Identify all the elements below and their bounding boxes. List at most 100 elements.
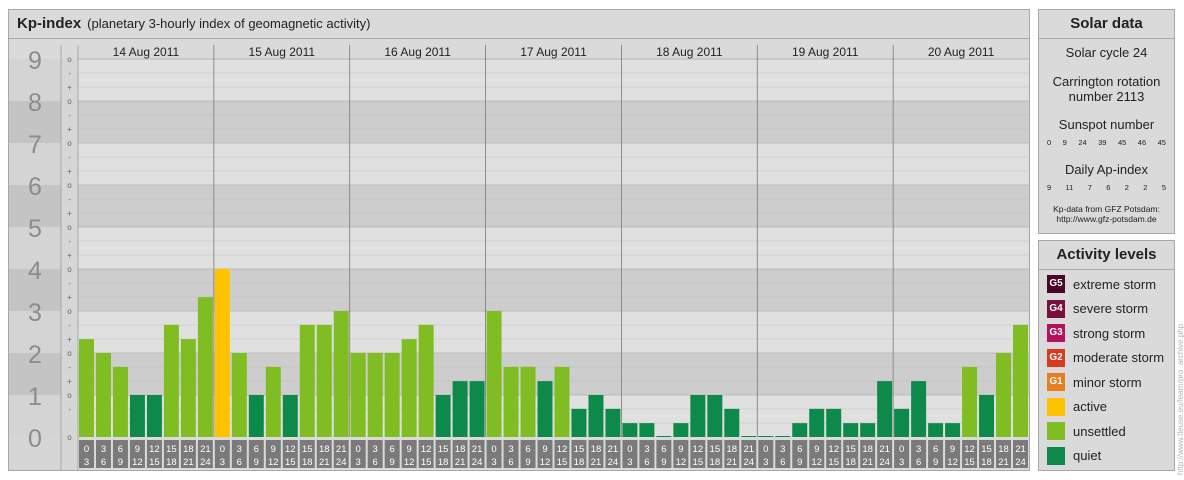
interval-start-label: 6 bbox=[390, 444, 395, 455]
kp-bar bbox=[928, 423, 944, 437]
interval-end-label: 24 bbox=[744, 457, 755, 468]
interval-start-label: 6 bbox=[525, 444, 530, 455]
kp-bar bbox=[894, 408, 910, 437]
interval-start-label: 3 bbox=[373, 444, 378, 455]
kp-bar bbox=[350, 353, 366, 437]
level-badge: G5 bbox=[1047, 275, 1065, 293]
interval-start-label: 6 bbox=[118, 444, 123, 455]
interval-start-label: 15 bbox=[302, 444, 313, 455]
level-badge: G3 bbox=[1047, 324, 1065, 342]
minor-tick-label: o bbox=[67, 97, 72, 106]
ap-value-4: 2 bbox=[1124, 183, 1129, 192]
interval-end-label: 24 bbox=[608, 457, 619, 468]
kp-bar bbox=[690, 395, 706, 437]
y-tick-label: 0 bbox=[28, 425, 42, 453]
minor-tick-label: + bbox=[67, 251, 72, 260]
kp-bar bbox=[911, 381, 927, 437]
interval-end-label: 9 bbox=[118, 457, 123, 468]
interval-start-label: 9 bbox=[407, 444, 412, 455]
interval-end-label: 21 bbox=[591, 457, 602, 468]
interval-start-label: 0 bbox=[491, 444, 496, 455]
kp-bar bbox=[843, 423, 859, 437]
kp-bar bbox=[452, 381, 468, 437]
minor-tick-label: + bbox=[67, 167, 72, 176]
interval-end-label: 6 bbox=[237, 457, 242, 468]
interval-start-label: 0 bbox=[220, 444, 225, 455]
kp-bar bbox=[231, 353, 247, 437]
interval-start-label: 6 bbox=[797, 444, 802, 455]
interval-start-label: 0 bbox=[627, 444, 632, 455]
interval-end-label: 3 bbox=[491, 457, 496, 468]
interval-start-label: 3 bbox=[101, 444, 106, 455]
interval-start-label: 9 bbox=[271, 444, 276, 455]
minor-label-band bbox=[61, 395, 78, 437]
interval-end-label: 3 bbox=[84, 457, 89, 468]
interval-end-label: 12 bbox=[268, 457, 279, 468]
interval-start-label: 21 bbox=[200, 444, 211, 455]
kp-bar bbox=[486, 311, 502, 437]
day-label: 14 Aug 2011 bbox=[113, 45, 180, 59]
interval-start-label: 18 bbox=[862, 444, 873, 455]
kp-bar bbox=[588, 395, 604, 437]
minor-label-band bbox=[61, 59, 78, 101]
level-unsettled: unsettled bbox=[1047, 422, 1126, 440]
interval-end-label: 9 bbox=[933, 457, 938, 468]
level-severe-storm: G4 severe storm bbox=[1047, 299, 1148, 318]
y-tick-label: 9 bbox=[28, 47, 42, 75]
interval-end-label: 9 bbox=[525, 457, 530, 468]
interval-end-label: 3 bbox=[356, 457, 361, 468]
interval-end-label: 21 bbox=[998, 457, 1009, 468]
day-label: 15 Aug 2011 bbox=[249, 45, 316, 59]
level-active: active bbox=[1047, 397, 1107, 416]
sunspot-value-5: 46 bbox=[1137, 138, 1147, 147]
interval-end-label: 21 bbox=[862, 457, 873, 468]
interval-end-label: 24 bbox=[1015, 457, 1026, 468]
kp-bar bbox=[180, 339, 196, 437]
ap-value-6: 5 bbox=[1161, 183, 1166, 192]
kp-bar bbox=[214, 269, 230, 437]
kp-bar bbox=[724, 408, 740, 437]
minor-tick-label: + bbox=[67, 209, 72, 218]
minor-label-band bbox=[61, 185, 78, 227]
sunspot-value-0: 0 bbox=[1047, 138, 1052, 147]
interval-start-label: 18 bbox=[319, 444, 330, 455]
ap-value-3: 6 bbox=[1106, 183, 1111, 192]
kp-bar bbox=[554, 366, 570, 437]
interval-start-label: 21 bbox=[336, 444, 347, 455]
kp-bar bbox=[775, 436, 791, 437]
minor-tick-label: o bbox=[67, 55, 72, 64]
interval-end-label: 18 bbox=[574, 457, 585, 468]
minor-tick-label: - bbox=[68, 69, 71, 78]
day-label: 17 Aug 2011 bbox=[520, 45, 587, 59]
minor-label-band bbox=[61, 311, 78, 353]
level-quiet: quiet bbox=[1047, 446, 1101, 465]
interval-start-label: 12 bbox=[693, 444, 704, 455]
kp-bar bbox=[520, 366, 536, 437]
interval-start-label: 3 bbox=[508, 444, 513, 455]
interval-end-label: 3 bbox=[220, 457, 225, 468]
interval-end-label: 24 bbox=[200, 457, 211, 468]
solar-cycle: Solar cycle 24 bbox=[1065, 45, 1148, 60]
credit-line-1: Kp-data from GFZ Potsdam: bbox=[1053, 204, 1160, 214]
interval-start-label: 0 bbox=[763, 444, 768, 455]
level-swatch bbox=[1047, 397, 1065, 416]
kp-bar bbox=[707, 395, 723, 437]
level-label: unsettled bbox=[1073, 423, 1126, 439]
kp-bar bbox=[435, 395, 451, 437]
side-note: http://www.tleuse.eu/learn/pro_archive.p… bbox=[1176, 323, 1184, 475]
interval-end-label: 12 bbox=[132, 457, 143, 468]
interval-start-label: 0 bbox=[84, 444, 89, 455]
interval-start-label: 12 bbox=[149, 444, 160, 455]
level-minor-storm: G1 minor storm bbox=[1047, 373, 1142, 391]
minor-tick-label: - bbox=[68, 321, 71, 330]
minor-tick-label: + bbox=[67, 335, 72, 344]
ap-label: Daily Ap-index bbox=[1064, 162, 1149, 177]
y-tick-label: 2 bbox=[28, 341, 42, 369]
interval-start-label: 12 bbox=[557, 444, 568, 455]
interval-end-label: 18 bbox=[981, 457, 992, 468]
interval-start-label: 15 bbox=[574, 444, 585, 455]
minor-tick-label: - bbox=[68, 279, 71, 288]
interval-end-label: 18 bbox=[166, 457, 177, 468]
kp-bar bbox=[333, 311, 349, 437]
kp-bar bbox=[401, 339, 417, 437]
